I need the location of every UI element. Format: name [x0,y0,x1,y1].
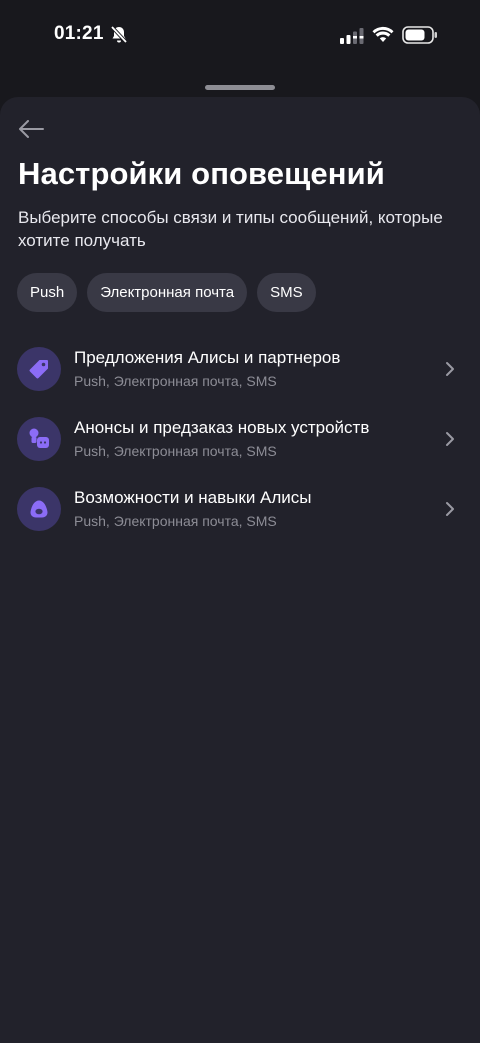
sheet-drag-handle[interactable] [205,85,275,90]
category-row-offers[interactable]: Предложения Алисы и партнеров Push, Элек… [0,334,480,404]
bell-muted-icon [110,25,128,44]
category-title: Предложения Алисы и партнеров [74,348,341,367]
page-title: Настройки оповещений [18,156,385,191]
chevron-right-icon [446,502,454,516]
chevron-right-icon [446,362,454,376]
channel-filter-chips: Push Электронная почта SMS [17,273,316,312]
category-title: Возможности и навыки Алисы [74,488,312,507]
notification-categories-list: Предложения Алисы и партнеров Push, Элек… [0,334,480,544]
battery-icon [402,26,437,44]
chip-sms[interactable]: SMS [257,273,316,312]
chip-email[interactable]: Электронная почта [87,273,248,312]
category-channels: Push, Электронная почта, SMS [74,373,277,389]
status-bar: 01:21 [0,0,480,70]
arrow-left-icon [19,120,44,138]
tag-icon [17,347,61,391]
category-channels: Push, Электронная почта, SMS [74,443,277,459]
chevron-right-icon [446,432,454,446]
back-button[interactable] [16,116,46,142]
wifi-icon [372,26,394,42]
devices-icon [17,417,61,461]
chip-push[interactable]: Push [17,273,78,312]
status-time: 01:21 [54,23,104,44]
category-row-alice-skills[interactable]: Возможности и навыки Алисы Push, Электро… [0,474,480,544]
category-row-announcements[interactable]: Анонсы и предзаказ новых устройств Push,… [0,404,480,474]
page-subtitle: Выберите способы связи и типы сообщений,… [18,208,443,250]
category-channels: Push, Электронная почта, SMS [74,513,277,529]
alice-icon [17,487,61,531]
cellular-signal-icon [340,28,364,44]
category-title: Анонсы и предзаказ новых устройств [74,418,370,437]
